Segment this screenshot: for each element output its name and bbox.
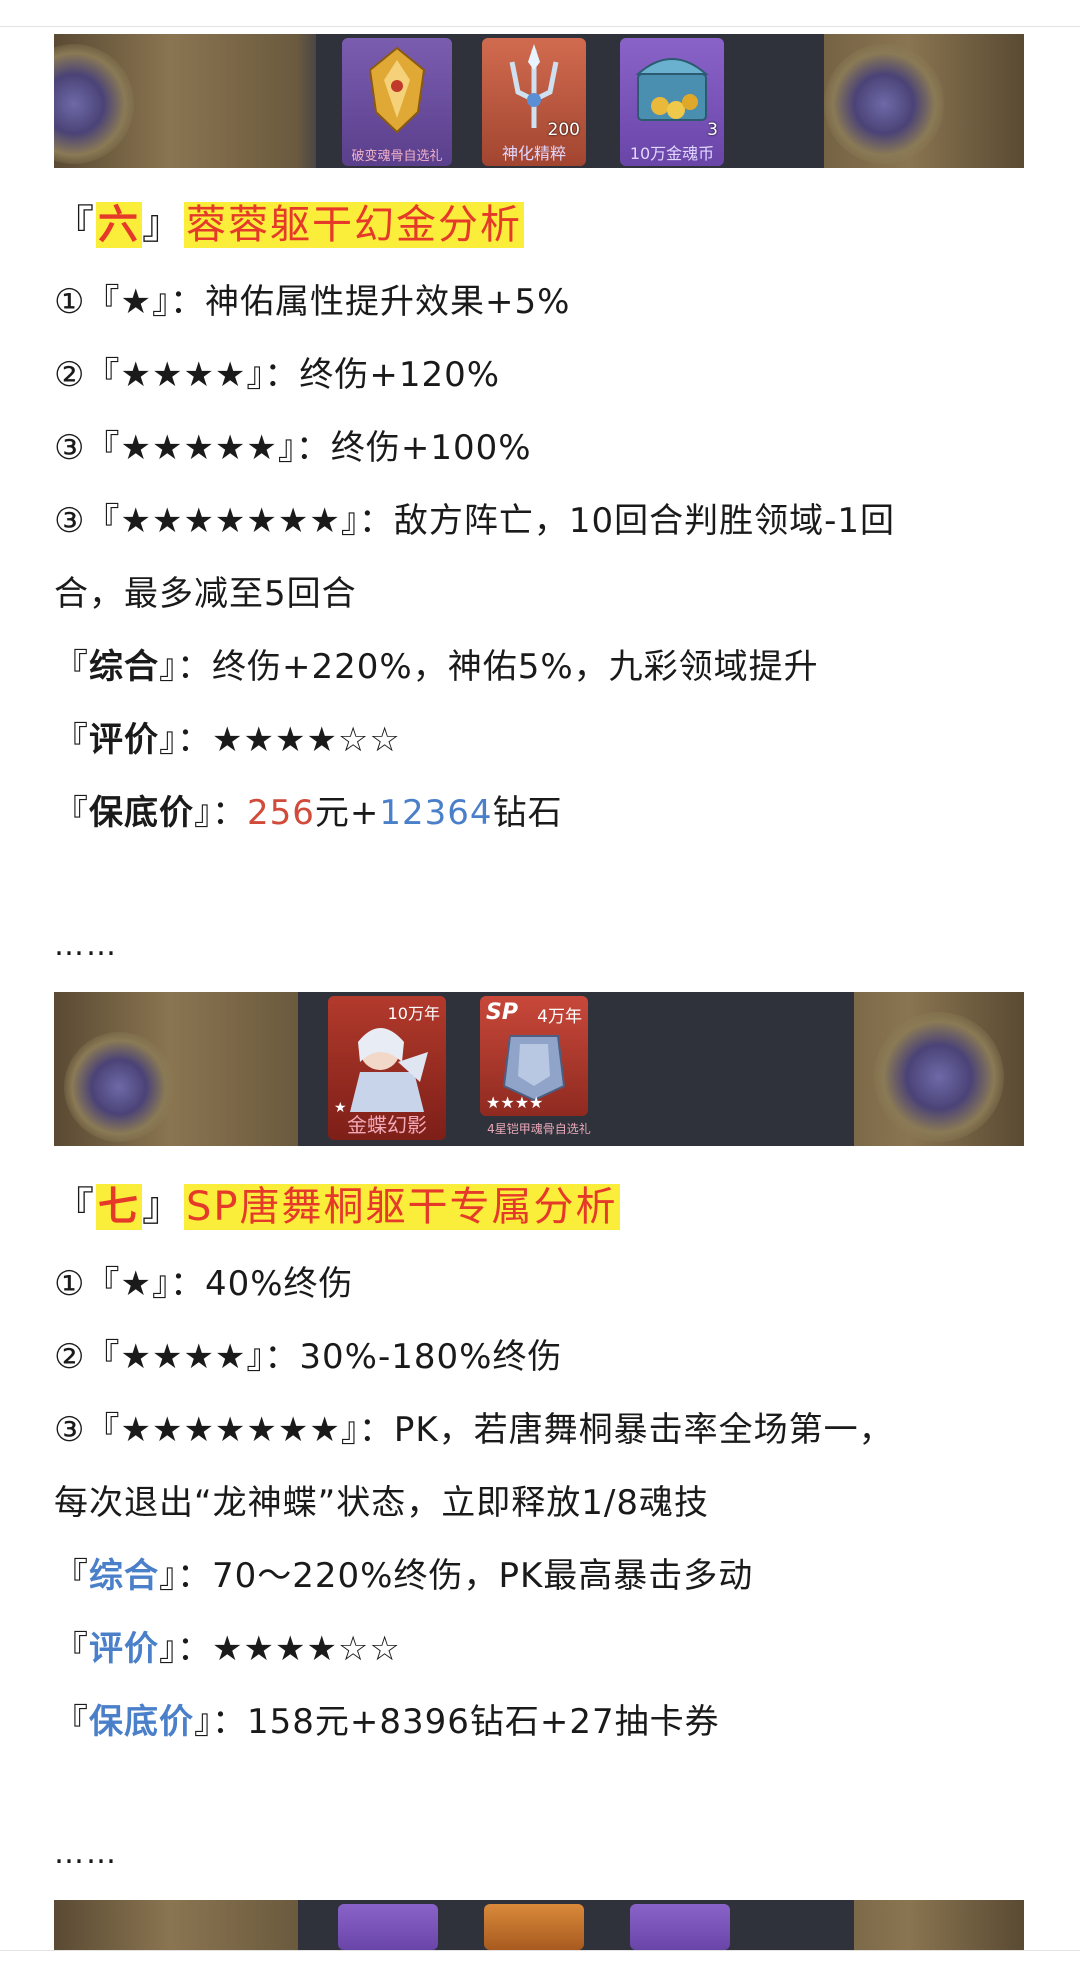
summary-text: 终伤+220%，神佑5%，九彩领域提升 xyxy=(212,647,819,687)
reward-banner-3 xyxy=(54,1900,1024,1950)
title-bracket-close: 』 xyxy=(142,1184,184,1230)
rating-stars: ★★★★☆☆ xyxy=(212,1629,401,1669)
rating-stars: ★★★★☆☆ xyxy=(212,720,401,760)
summary-text: 70～220%终伤，PK最高暴击多动 xyxy=(212,1556,754,1596)
ellipsis: …… xyxy=(54,1836,118,1871)
label-bracket: 』： xyxy=(194,793,247,833)
effect-text: 40%终伤 xyxy=(204,1264,354,1304)
top-bar xyxy=(0,0,1080,27)
decor-orb-left xyxy=(54,44,134,164)
reward-item-caption: 4星铠甲魂骨自选礼 xyxy=(487,1122,591,1136)
price-text: 158元+8396钻石+27抽卡券 xyxy=(247,1702,720,1742)
star-marker: ③『★★★★★★★』： xyxy=(54,1410,394,1450)
title-bracket-open: 『 xyxy=(54,202,96,248)
rating-line: 『评价』：★★★★☆☆ xyxy=(54,1627,401,1671)
effect-text: 终伤+100% xyxy=(330,428,532,468)
star-marker: ②『★★★★』： xyxy=(54,1337,300,1377)
decor-orb-left xyxy=(64,1032,174,1142)
effect-line-3: ③『★★★★★』：终伤+100% xyxy=(54,426,532,470)
section-title-6: 『六』蓉蓉躯干幻金分析 xyxy=(54,198,524,252)
reward-item-caption: 破变魂骨自选礼 xyxy=(351,149,443,164)
label-bracket: 』： xyxy=(159,1629,212,1669)
label-bracket: 』： xyxy=(159,647,212,687)
effect-line-1: ①『★』：神佑属性提升效果+5% xyxy=(54,280,570,324)
reward-item-3[interactable]: 3 10万金魂币 xyxy=(620,38,724,166)
price-diamonds: 12364 xyxy=(379,793,493,833)
label-bracket: 』： xyxy=(159,720,212,760)
reward-item-partial-1[interactable] xyxy=(338,1904,438,1950)
reward-item-count: 200 xyxy=(547,120,580,140)
effect-text: 敌方阵亡，10回合判胜领域-1回 xyxy=(393,501,896,541)
star-marker: ①『★』： xyxy=(54,282,205,322)
reward-item-hero[interactable]: 10万年 ★ 金蝶幻影 xyxy=(328,996,446,1140)
effect-line-1: ①『★』：40%终伤 xyxy=(54,1262,354,1306)
summary-label: 综合 xyxy=(89,1556,159,1596)
effect-line-3-wrap: 每次退出“龙神蝶”状态，立即释放1/8魂技 xyxy=(54,1483,709,1523)
effect-line-2: ②『★★★★』：30%-180%终伤 xyxy=(54,1335,562,1379)
ellipsis: …… xyxy=(54,928,118,963)
title-bracket-open: 『 xyxy=(54,1184,96,1230)
golden-mask-icon xyxy=(368,46,426,134)
label-bracket: 『 xyxy=(54,1556,89,1596)
reward-item-1[interactable]: 破变魂骨自选礼 xyxy=(342,38,452,166)
price-label: 保底价 xyxy=(89,1702,194,1742)
reward-item-caption: 10万金魂币 xyxy=(629,144,715,163)
star-marker: ②『★★★★』： xyxy=(54,355,300,395)
summary-line: 『综合』：终伤+220%，神佑5%，九彩领域提升 xyxy=(54,645,819,689)
title-bracket-close: 』 xyxy=(142,202,184,248)
rating-label: 评价 xyxy=(89,1629,159,1669)
reward-item-2[interactable]: 200 神化精粹 xyxy=(482,38,586,166)
decor-orb-right xyxy=(874,1012,1004,1142)
effect-line-2: ②『★★★★』：终伤+120% xyxy=(54,353,500,397)
price-rmb: 256 xyxy=(247,793,315,833)
effect-text: PK，若唐舞桐暴击率全场第一， xyxy=(393,1410,894,1450)
summary-line: 『综合』：70～220%终伤，PK最高暴击多动 xyxy=(54,1554,753,1598)
label-bracket: 』： xyxy=(194,1702,247,1742)
summary-label: 综合 xyxy=(89,647,159,687)
price-unit: 钻石 xyxy=(492,793,563,833)
section-number: 七 xyxy=(96,1184,142,1230)
section-title-7: 『七』SP唐舞桐躯干专属分析 xyxy=(54,1180,620,1234)
effect-text: 神佑属性提升效果+5% xyxy=(204,282,571,322)
section-title-text: SP唐舞桐躯干专属分析 xyxy=(184,1184,620,1230)
price-unit: 元+ xyxy=(314,793,380,833)
reward-item-count: 3 xyxy=(707,120,718,140)
price-label: 保底价 xyxy=(89,793,194,833)
section-title-text: 蓉蓉躯干幻金分析 xyxy=(184,202,524,248)
price-line: 『保底价』：158元+8396钻石+27抽卡券 xyxy=(54,1700,720,1744)
reward-item-caption: 神化精粹 xyxy=(501,144,566,163)
reward-item-caption: 金蝶幻影 xyxy=(347,1113,427,1137)
reward-item-partial-2[interactable] xyxy=(484,1904,584,1950)
reward-banner-2: 10万年 ★ 金蝶幻影 SP 4万年 ★★★★ 4星铠甲魂骨自选礼 xyxy=(54,992,1024,1146)
reward-banner-1: 破变魂骨自选礼 200 神化精粹 3 10万金魂币 xyxy=(54,34,1024,168)
label-bracket: 『 xyxy=(54,793,89,833)
price-line: 『保底价』：256元+12364钻石 xyxy=(54,791,563,835)
label-bracket: 『 xyxy=(54,647,89,687)
label-bracket: 』： xyxy=(159,1556,212,1596)
item-stars: ★★★★ xyxy=(486,1093,544,1112)
star-marker: ③『★★★★★』： xyxy=(54,428,331,468)
section-number: 六 xyxy=(96,202,142,248)
label-bracket: 『 xyxy=(54,720,89,760)
label-bracket: 『 xyxy=(54,1702,89,1742)
star-marker: ③『★★★★★★★』： xyxy=(54,501,394,541)
decor-orb-right xyxy=(824,44,944,164)
bottom-bar xyxy=(0,1950,1080,1977)
effect-line-4: ③『★★★★★★★』：敌方阵亡，10回合判胜领域-1回 xyxy=(54,499,895,543)
reward-item-armor[interactable]: SP 4万年 ★★★★ xyxy=(480,996,588,1116)
rating-line: 『评价』：★★★★☆☆ xyxy=(54,718,401,762)
effect-line-4-wrap: 合，最多减至5回合 xyxy=(54,574,357,614)
reward-item-partial-3[interactable] xyxy=(630,1904,730,1950)
star-marker: ①『★』： xyxy=(54,1264,205,1304)
rating-label: 评价 xyxy=(89,720,159,760)
effect-text: 30%-180%终伤 xyxy=(299,1337,563,1377)
label-bracket: 『 xyxy=(54,1629,89,1669)
effect-line-3: ③『★★★★★★★』：PK，若唐舞桐暴击率全场第一， xyxy=(54,1408,894,1452)
effect-text: 终伤+120% xyxy=(299,355,501,395)
